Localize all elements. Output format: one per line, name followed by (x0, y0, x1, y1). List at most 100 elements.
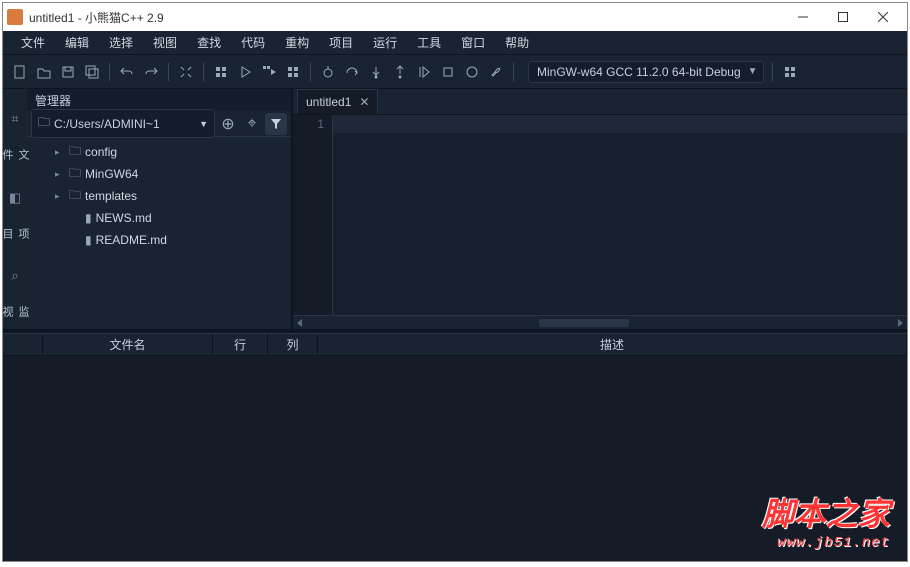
editor-tab[interactable]: untitled1 ✕ (297, 89, 378, 114)
menu-view[interactable]: 视图 (143, 30, 187, 55)
tree-folder[interactable]: ▸🗀MinGW64 (27, 163, 291, 185)
step-over-icon (345, 65, 359, 79)
play-icon (238, 65, 252, 79)
wrench-icon (489, 65, 503, 79)
tree-file[interactable]: ▮NEWS.md (27, 207, 291, 229)
chevron-down-icon: ▼ (199, 119, 208, 129)
window-title: untitled1 - 小熊猫C++ 2.9 (29, 9, 783, 26)
locate-button[interactable]: ⌖ (241, 113, 263, 135)
chevron-right-icon: ▸ (55, 147, 65, 158)
tab-label: untitled1 (306, 95, 351, 109)
run-button[interactable] (234, 60, 256, 84)
redo-button[interactable] (140, 60, 162, 84)
compile-run-button[interactable] (258, 60, 280, 84)
file-icon: ▮ (85, 233, 92, 247)
menu-find[interactable]: 查找 (187, 30, 231, 55)
compile-button[interactable] (210, 60, 232, 84)
step-over-button[interactable] (341, 60, 363, 84)
tab-close-button[interactable]: ✕ (359, 95, 369, 109)
step-into-button[interactable] (365, 60, 387, 84)
th-blank (3, 334, 43, 355)
rebuild-button[interactable] (282, 60, 304, 84)
open-file-button[interactable] (33, 60, 55, 84)
minimize-icon (798, 12, 808, 22)
th-line[interactable]: 行 (213, 334, 268, 355)
stop-button[interactable] (437, 60, 459, 84)
horizontal-scrollbar[interactable] (293, 315, 907, 329)
scrollbar-thumb[interactable] (539, 319, 629, 327)
line-gutter: 1 (293, 115, 333, 315)
toolbar-separator (310, 63, 311, 81)
chevron-right-icon: ▸ (55, 191, 65, 202)
continue-button[interactable] (413, 60, 435, 84)
save-icon (61, 65, 75, 79)
menu-project[interactable]: 项目 (319, 30, 363, 55)
toolbar-separator (168, 63, 169, 81)
menu-window[interactable]: 窗口 (451, 30, 495, 55)
toolbar-separator (772, 63, 773, 81)
path-text: C:/Users/ADMINI~1 (54, 117, 160, 131)
maximize-button[interactable] (823, 3, 863, 31)
close-button[interactable] (863, 3, 903, 31)
menu-file[interactable]: 文件 (11, 30, 55, 55)
menu-tools[interactable]: 工具 (407, 30, 451, 55)
file-panel: 管理器 🗀 C:/Users/ADMINI~1 ▼ ⊕ ⌖ (27, 89, 291, 329)
breakpoint-button[interactable] (461, 60, 483, 84)
menu-run[interactable]: 运行 (363, 30, 407, 55)
th-filename[interactable]: 文件名 (43, 334, 213, 355)
save-all-button[interactable] (81, 60, 103, 84)
open-icon (37, 65, 51, 79)
step-out-button[interactable] (389, 60, 411, 84)
tool-extra-button[interactable] (485, 60, 507, 84)
tree-label: NEWS.md (96, 211, 152, 225)
folder-icon: 🗀 (69, 186, 81, 207)
tree-label: README.md (96, 233, 167, 247)
undo-button[interactable] (116, 60, 138, 84)
step-into-icon (369, 65, 383, 79)
grid-icon (214, 65, 228, 79)
path-selector[interactable]: 🗀 C:/Users/ADMINI~1 ▼ (31, 109, 215, 138)
editor-pane: untitled1 ✕ 1 (293, 89, 907, 329)
tree-folder[interactable]: ▸🗀templates (27, 185, 291, 207)
add-folder-icon: ⊕ (221, 114, 234, 134)
menu-refactor[interactable]: 重构 (275, 30, 319, 55)
menu-bar: 文件 编辑 选择 视图 查找 代码 重构 项目 运行 工具 窗口 帮助 (3, 31, 907, 55)
editor-body[interactable]: 1 (293, 115, 907, 315)
th-col[interactable]: 列 (268, 334, 318, 355)
new-folder-button[interactable]: ⊕ (217, 113, 239, 135)
vertical-tabs: ⌗ 文件 ◧ 项目 ⌕ 监视 (3, 89, 27, 329)
line-number: 1 (293, 117, 324, 131)
compiler-select[interactable]: MinGW-w64 GCC 11.2.0 64-bit Debug (528, 61, 764, 83)
expand-icon (179, 65, 193, 79)
menu-select[interactable]: 选择 (99, 30, 143, 55)
filter-button[interactable] (265, 113, 287, 135)
menu-help[interactable]: 帮助 (495, 30, 539, 55)
stop-icon (441, 65, 455, 79)
title-bar: untitled1 - 小熊猫C++ 2.9 (3, 3, 907, 31)
maximize-icon (838, 12, 848, 22)
code-area[interactable] (333, 115, 907, 315)
tree-folder[interactable]: ▸🗀config (27, 141, 291, 163)
tree-label: MinGW64 (85, 167, 138, 181)
redo-icon (144, 65, 158, 79)
settings-button[interactable] (779, 60, 801, 84)
menu-edit[interactable]: 编辑 (55, 30, 99, 55)
file-tree: ▸🗀config ▸🗀MinGW64 ▸🗀templates ▮NEWS.md … (27, 137, 291, 329)
expand-button[interactable] (175, 60, 197, 84)
breakpoint-icon (465, 65, 479, 79)
minimize-button[interactable] (783, 3, 823, 31)
th-description[interactable]: 描述 (318, 334, 907, 355)
save-button[interactable] (57, 60, 79, 84)
app-window: untitled1 - 小熊猫C++ 2.9 文件 编辑 选择 视图 查找 代码… (2, 2, 908, 562)
debug-button[interactable] (317, 60, 339, 84)
save-all-icon (85, 65, 99, 79)
toolbar: MinGW-w64 GCC 11.2.0 64-bit Debug ▼ (3, 55, 907, 89)
upper-area: ⌗ 文件 ◧ 项目 ⌕ 监视 管理器 🗀 C:/Users/ADMINI~1 ▼ (3, 89, 907, 329)
current-line-highlight (333, 115, 907, 133)
toolbar-separator (513, 63, 514, 81)
tree-file[interactable]: ▮ README.md (27, 229, 291, 251)
new-file-button[interactable] (9, 60, 31, 84)
menu-code[interactable]: 代码 (231, 30, 275, 55)
filter-icon (270, 118, 282, 130)
grid-play-icon (262, 65, 276, 79)
